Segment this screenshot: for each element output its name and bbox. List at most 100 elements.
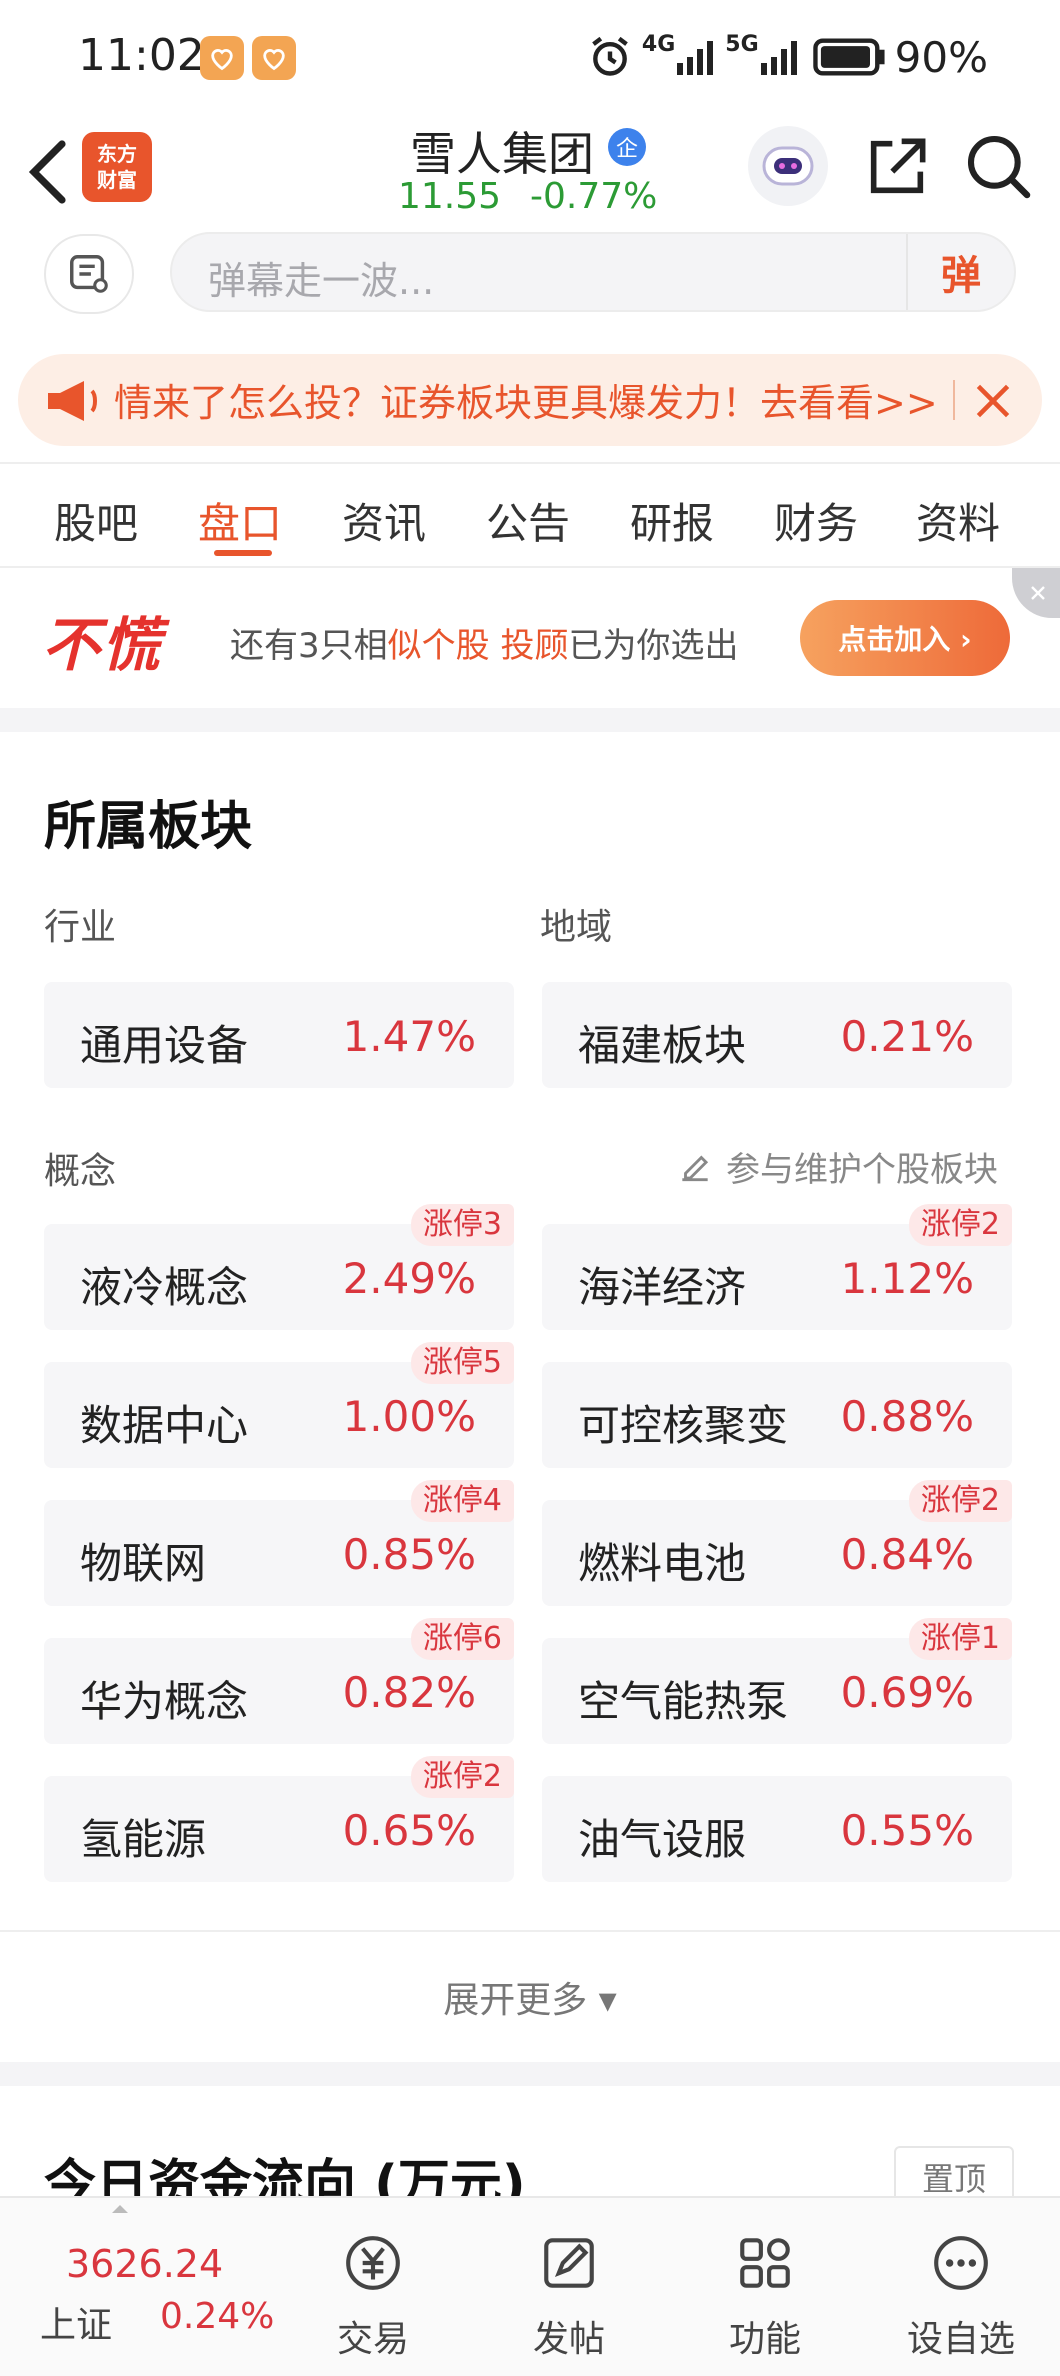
battery-percent: 90%	[894, 32, 988, 82]
banner-divider	[953, 380, 955, 420]
sector-card-region[interactable]: 福建板块 0.21%	[542, 982, 1012, 1088]
limit-up-badge: 涨停3	[410, 1204, 514, 1246]
concept-name: 数据中心	[80, 1401, 249, 1450]
grid-icon	[740, 2238, 790, 2288]
sector-pct: 1.47%	[342, 1012, 476, 1061]
concept-card[interactable]: 海洋经济 1.12% 涨停2	[542, 1204, 1012, 1330]
logo-text: 东方	[97, 142, 137, 166]
concept-card[interactable]: 液冷概念 2.49% 涨停3	[44, 1204, 514, 1330]
concept-pct: 1.12%	[840, 1254, 974, 1303]
maintain-sectors-link[interactable]: 参与维护个股板块	[676, 1142, 998, 1191]
index-value[interactable]: 3626.24	[66, 2242, 223, 2286]
danmaku-bar: 弹幕走一波... 弹	[0, 232, 1060, 322]
concept-pct: 0.85%	[342, 1530, 476, 1579]
app-logo[interactable]: 东方 财富	[82, 132, 152, 202]
limit-up-badge: 涨停4	[410, 1480, 514, 1522]
concept-name: 氢能源	[80, 1815, 207, 1864]
concept-name: 空气能热泵	[578, 1677, 789, 1726]
nav-watchlist[interactable]: 设自选	[896, 2218, 1026, 2376]
concept-card[interactable]: 油气设服 0.55%	[542, 1776, 1012, 1882]
tab-finance[interactable]: 财务	[774, 490, 858, 551]
expand-label: 展开更多 ▾	[443, 1980, 617, 2021]
concept-card[interactable]: 燃料电池 0.84% 涨停2	[542, 1480, 1012, 1606]
signal-icon	[760, 41, 797, 75]
concept-pct: 0.69%	[840, 1668, 974, 1717]
danmaku-settings-icon[interactable]	[44, 234, 134, 314]
more-icon	[934, 2236, 988, 2290]
stock-name[interactable]: 雪人集团	[410, 118, 594, 184]
divider	[0, 1930, 1060, 1932]
ad-text-part: 还有3只相	[230, 626, 388, 666]
back-arrow-icon[interactable]	[22, 136, 82, 208]
nav-label: 设自选	[906, 2319, 1015, 2360]
sector-card-industry[interactable]: 通用设备 1.47%	[44, 982, 514, 1088]
banner-text: 情来了怎么投？证券板块更具爆发力！去看看>>	[114, 381, 938, 425]
sector-pct: 0.21%	[840, 1012, 974, 1061]
concept-card[interactable]: 氢能源 0.65% 涨停2	[44, 1756, 514, 1882]
active-tab-indicator	[214, 550, 272, 556]
heart-app-icon	[200, 36, 244, 80]
ad-logo: 不慌	[42, 611, 163, 679]
danmaku-placeholder: 弹幕走一波...	[208, 259, 435, 303]
concept-name: 可控核聚变	[578, 1401, 789, 1450]
ad-close-icon[interactable]	[1012, 568, 1060, 618]
nav-trade[interactable]: 交易	[308, 2218, 438, 2376]
concept-card[interactable]: 可控核聚变 0.88%	[542, 1362, 1012, 1468]
edit-icon	[682, 1154, 709, 1181]
search-icon[interactable]	[964, 132, 1034, 202]
limit-up-badge: 涨停2	[908, 1480, 1012, 1522]
section-gap	[0, 708, 1060, 732]
concept-card[interactable]: 物联网 0.85% 涨停4	[44, 1480, 514, 1606]
concept-pct: 1.00%	[342, 1392, 476, 1441]
tab-profile[interactable]: 资料	[916, 490, 1000, 551]
similar-stocks-ad[interactable]: 不慌 还有3只相似个股 投顾已为你选出 点击加入 ›	[0, 568, 1060, 708]
tab-research[interactable]: 研报	[630, 490, 714, 551]
index-name[interactable]: 上证	[40, 2296, 112, 2348]
sector-name: 通用设备	[80, 1021, 249, 1070]
join-button[interactable]: 点击加入 ›	[800, 600, 1010, 676]
concept-pct: 0.65%	[342, 1806, 476, 1855]
stock-price: 11.55	[398, 176, 502, 217]
alarm-icon	[592, 36, 628, 76]
maintain-link-text: 参与维护个股板块	[726, 1150, 998, 1190]
trade-icon	[346, 2236, 400, 2290]
sectors-section: 所属板块 行业 地域 通用设备 1.47% 福建板块 0.21% 概念 参与维护…	[0, 732, 1060, 1932]
concept-name: 燃料电池	[578, 1539, 747, 1588]
share-icon[interactable]	[862, 132, 932, 202]
nav-post[interactable]: 发帖	[504, 2218, 634, 2376]
promo-banner[interactable]: 情来了怎么投？证券板块更具爆发力！去看看>>	[18, 354, 1042, 446]
limit-up-badge: 涨停1	[908, 1618, 1012, 1660]
nav-functions[interactable]: 功能	[700, 2218, 830, 2376]
limit-up-badge: 涨停5	[410, 1342, 514, 1384]
bottom-bar: 3626.24 上证 0.24% 交易 发帖 功能 设自选	[0, 2196, 1060, 2376]
ad-text: 还有3只相似个股 投顾已为你选出	[230, 618, 738, 667]
danmaku-input[interactable]: 弹幕走一波... 弹	[170, 232, 1016, 312]
concept-pct: 0.55%	[840, 1806, 974, 1855]
close-icon[interactable]	[968, 376, 1018, 426]
tab-guba[interactable]: 股吧	[54, 490, 138, 551]
concept-card[interactable]: 数据中心 1.00% 涨停5	[44, 1342, 514, 1468]
concept-card[interactable]: 空气能热泵 0.69% 涨停1	[542, 1618, 1012, 1744]
tab-news[interactable]: 资讯	[342, 490, 426, 551]
concept-name: 物联网	[80, 1539, 207, 1588]
danmaku-send-button[interactable]: 弹	[906, 234, 1014, 310]
limit-up-badge: 涨停2	[908, 1204, 1012, 1246]
tab-pankou[interactable]: 盘口	[198, 490, 282, 551]
nav-label: 功能	[728, 2319, 801, 2360]
sector-name: 福建板块	[578, 1021, 747, 1070]
concept-card[interactable]: 华为概念 0.82% 涨停6	[44, 1618, 514, 1744]
concept-name: 海洋经济	[578, 1263, 747, 1312]
logo-text: 财富	[97, 168, 137, 192]
section-gap	[0, 2062, 1060, 2086]
index-indicator	[112, 2198, 128, 2213]
concept-label: 概念	[44, 1151, 117, 1192]
signal-icon	[677, 41, 714, 75]
tab-announcement[interactable]: 公告	[486, 490, 570, 551]
limit-up-badge: 涨停2	[410, 1756, 514, 1798]
index-pct[interactable]: 0.24%	[160, 2296, 274, 2337]
expand-more-button[interactable]: 展开更多 ▾	[0, 1934, 1060, 2060]
concept-name: 液冷概念	[80, 1263, 249, 1312]
section-title: 所属板块	[44, 797, 253, 857]
danmaku-button-label: 弹	[941, 253, 981, 299]
ai-assistant-icon[interactable]	[748, 126, 828, 206]
